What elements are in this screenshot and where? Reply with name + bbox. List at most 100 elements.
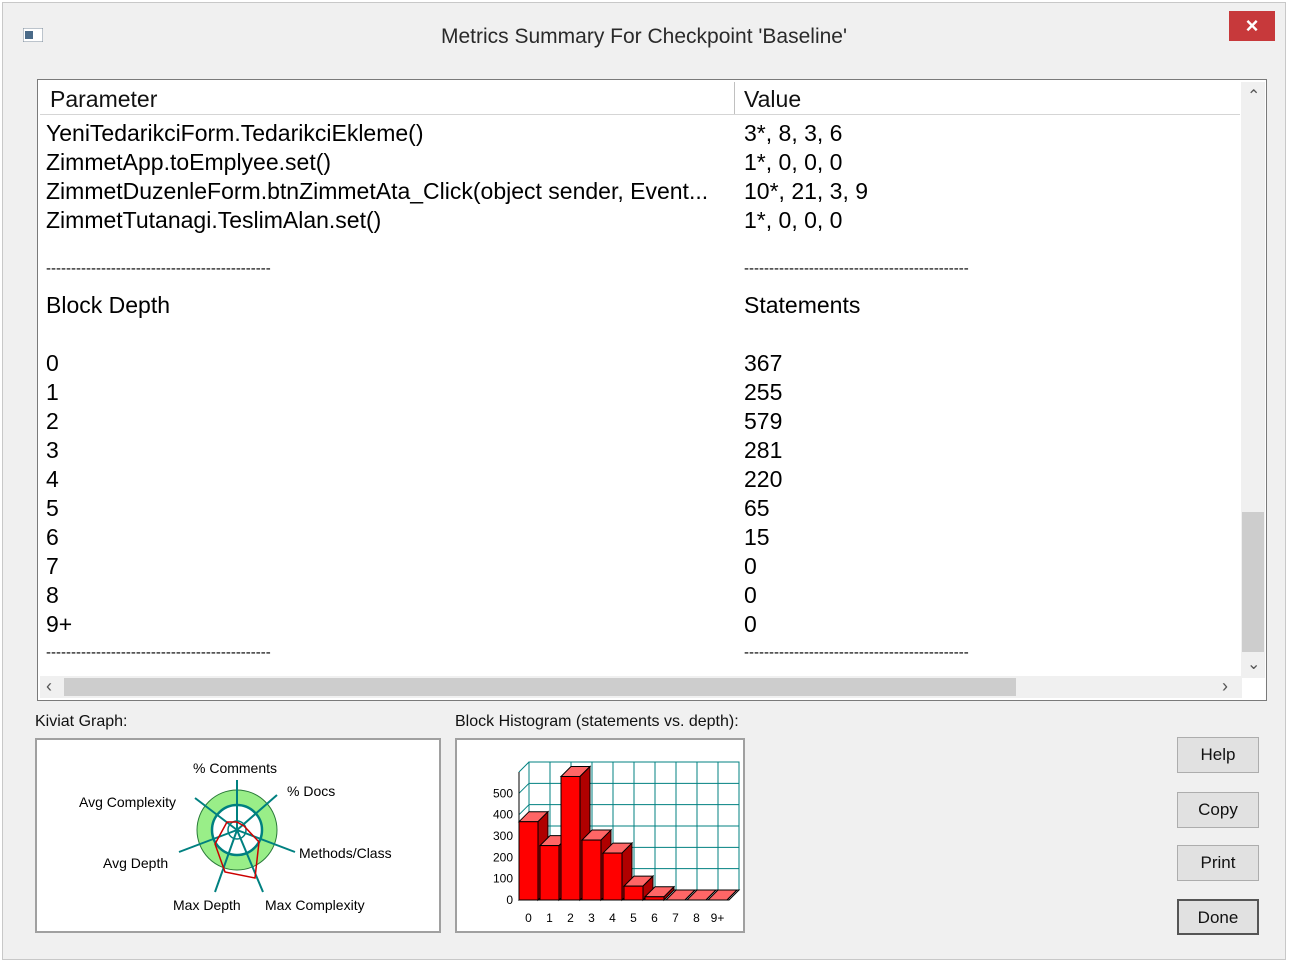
scroll-right-icon[interactable]: › bbox=[1222, 676, 1228, 697]
statements-cell: 255 bbox=[744, 379, 783, 405]
statements-cell: 15 bbox=[744, 524, 770, 550]
vertical-scroll-thumb[interactable] bbox=[1242, 512, 1264, 652]
block-depth-cell: 3 bbox=[46, 437, 59, 463]
histogram-y-tick-label: 400 bbox=[493, 808, 513, 822]
separator-line: ----------------------------------------… bbox=[46, 644, 271, 661]
parameter-cell: YeniTedarikciForm.TedarikciEkleme() bbox=[46, 120, 424, 146]
column-divider[interactable] bbox=[734, 82, 735, 114]
statements-cell: 579 bbox=[744, 408, 783, 434]
histogram-bar bbox=[623, 885, 644, 901]
horizontal-scroll-thumb[interactable] bbox=[64, 678, 1016, 696]
block-histogram: 50040030020010000 1 2 3 4 5 6 7 8 9+ bbox=[493, 761, 741, 925]
histogram-x-tick-label: 3 bbox=[588, 911, 595, 925]
kiviat-label-max-complexity: Max Complexity bbox=[265, 897, 365, 913]
statements-header: Statements bbox=[744, 292, 861, 318]
done-button[interactable]: Done bbox=[1177, 899, 1259, 935]
histogram-x-tick-label: 9+ bbox=[711, 911, 725, 925]
kiviat-caption: Kiviat Graph: bbox=[35, 713, 128, 730]
histogram-bar bbox=[560, 775, 581, 901]
table-row[interactable] bbox=[38, 553, 1238, 582]
parameter-cell: ZimmetApp.toEmplyee.set() bbox=[46, 149, 332, 175]
block-depth-cell: 6 bbox=[46, 524, 59, 550]
statements-cell: 220 bbox=[744, 466, 783, 492]
value-cell: 1*, 0, 0, 0 bbox=[744, 207, 843, 233]
histogram-x-tick-label: 1 bbox=[546, 911, 553, 925]
table-row[interactable] bbox=[38, 350, 1238, 379]
histogram-x-tick-label: 7 bbox=[672, 911, 679, 925]
copy-button[interactable]: Copy bbox=[1177, 792, 1259, 828]
histogram-caption: Block Histogram (statements vs. depth): bbox=[455, 713, 739, 730]
histogram-x-tick-label: 2 bbox=[567, 911, 574, 925]
statements-cell: 367 bbox=[744, 350, 783, 376]
histogram-bar bbox=[581, 839, 602, 901]
histogram-gridline bbox=[518, 782, 530, 794]
histogram-bar bbox=[518, 821, 539, 901]
table-row[interactable] bbox=[38, 437, 1238, 466]
scroll-up-icon[interactable]: ⌃ bbox=[1247, 86, 1260, 106]
table-row[interactable] bbox=[38, 611, 1238, 640]
column-header-value[interactable]: Value bbox=[744, 86, 801, 113]
title-bar: Metrics Summary For Checkpoint 'Baseline… bbox=[3, 3, 1285, 65]
block-depth-cell: 9+ bbox=[46, 611, 73, 637]
kiviat-label-docs: % Docs bbox=[287, 783, 335, 799]
kiviat-label-max-depth: Max Depth bbox=[173, 897, 241, 913]
histogram-x-tick-label: 5 bbox=[630, 911, 637, 925]
table-row[interactable] bbox=[38, 495, 1238, 524]
histogram-panel: 500 400 300 200 100 0 0 1 2 3 4 5 6 7 8 9+ bbox=[455, 738, 745, 933]
parameter-cell: ZimmetDuzenleForm.btnZimmetAta_Click(obj… bbox=[46, 178, 709, 204]
statements-cell: 0 bbox=[744, 611, 757, 637]
print-button[interactable]: Print bbox=[1177, 845, 1259, 881]
table-row[interactable] bbox=[38, 408, 1238, 437]
table-row[interactable] bbox=[38, 379, 1238, 408]
statements-cell: 0 bbox=[744, 582, 757, 608]
help-button[interactable]: Help bbox=[1177, 737, 1259, 773]
histogram-y-tick-label: 300 bbox=[493, 829, 513, 843]
list-rows: YeniTedarikciForm.TedarikciEkleme() 3*, 8… bbox=[38, 80, 1238, 700]
histogram-gridline bbox=[518, 761, 530, 773]
list-header: Parameter Value bbox=[40, 82, 1240, 115]
window-title: Metrics Summary For Checkpoint 'Baseline… bbox=[441, 25, 847, 48]
block-depth-header: Block Depth bbox=[46, 292, 171, 318]
histogram-x-tick-label: 4 bbox=[609, 911, 616, 925]
block-depth-cell: 2 bbox=[46, 408, 59, 434]
histogram-y-tick-label: 200 bbox=[493, 850, 513, 864]
kiviat-label-comments: % Comments bbox=[193, 760, 277, 776]
scroll-down-icon[interactable]: ⌄ bbox=[1247, 654, 1260, 674]
histogram-x-tick-label: 0 bbox=[525, 911, 532, 925]
statements-cell: 0 bbox=[744, 553, 757, 579]
separator-line: ----------------------------------------… bbox=[744, 644, 969, 661]
metrics-summary-dialog: Metrics Summary For Checkpoint 'Baseline… bbox=[2, 2, 1286, 960]
statements-cell: 65 bbox=[744, 495, 770, 521]
kiviat-graph: % Comments % Docs Methods/Class Max Comp… bbox=[79, 760, 392, 913]
histogram-x-tick-label: 8 bbox=[693, 911, 700, 925]
value-cell: 1*, 0, 0, 0 bbox=[744, 149, 843, 175]
histogram-y-tick-label: 500 bbox=[493, 786, 513, 800]
parameter-cell: ZimmetTutanagi.TeslimAlan.set() bbox=[46, 207, 382, 233]
histogram-bar bbox=[602, 852, 623, 901]
kiviat-label-methods-class: Methods/Class bbox=[299, 845, 392, 861]
horizontal-scrollbar[interactable]: ‹ › bbox=[40, 676, 1242, 698]
kiviat-graph-panel: % Comments % Docs Methods/Class Max Comp… bbox=[35, 738, 441, 933]
scroll-left-icon[interactable]: ‹ bbox=[46, 676, 52, 697]
kiviat-label-avg-complexity: Avg Complexity bbox=[79, 794, 176, 810]
block-depth-cell: 0 bbox=[46, 350, 59, 376]
statements-cell: 281 bbox=[744, 437, 783, 463]
table-row[interactable] bbox=[38, 582, 1238, 611]
table-row[interactable] bbox=[38, 466, 1238, 495]
separator-line: ----------------------------------------… bbox=[46, 260, 271, 277]
close-button[interactable]: × bbox=[1229, 11, 1275, 41]
value-cell: 3*, 8, 3, 6 bbox=[744, 120, 843, 146]
table-row[interactable] bbox=[38, 524, 1238, 553]
block-depth-cell: 8 bbox=[46, 582, 59, 608]
column-header-parameter[interactable]: Parameter bbox=[50, 86, 157, 113]
separator-line: ----------------------------------------… bbox=[744, 260, 969, 277]
vertical-scrollbar[interactable]: ⌃ ⌄ bbox=[1241, 82, 1265, 678]
value-cell: 10*, 21, 3, 9 bbox=[744, 178, 869, 204]
block-depth-cell: 4 bbox=[46, 466, 59, 492]
kiviat-label-avg-depth: Avg Depth bbox=[103, 855, 168, 871]
metrics-list[interactable]: YeniTedarikciForm.TedarikciEkleme() 3*, 8… bbox=[37, 79, 1267, 701]
histogram-bar bbox=[644, 896, 665, 901]
histogram-x-tick-label: 6 bbox=[651, 911, 658, 925]
block-depth-cell: 1 bbox=[46, 379, 59, 405]
histogram-y-tick-label: 100 bbox=[493, 872, 513, 886]
